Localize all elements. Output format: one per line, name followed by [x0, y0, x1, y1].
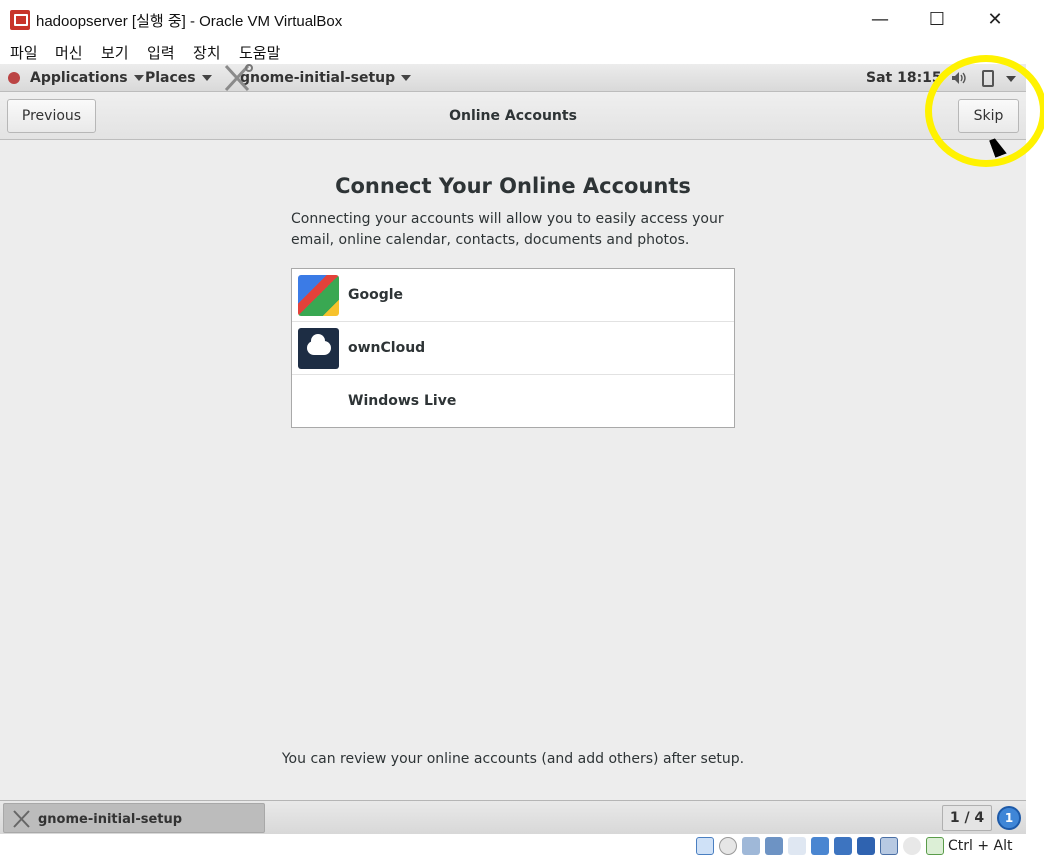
close-button[interactable]: ✕: [975, 6, 1015, 34]
virtualbox-logo-icon: [10, 10, 30, 30]
menu-view[interactable]: 보기: [101, 42, 129, 63]
menu-input[interactable]: 입력: [147, 42, 175, 63]
tools-icon: [13, 810, 30, 828]
app-menu-label: gnome-initial-setup: [240, 70, 396, 86]
task-item-gnome-initial-setup[interactable]: gnome-initial-setup: [3, 803, 265, 833]
shared-folder-icon[interactable]: [811, 837, 829, 855]
chevron-down-icon: [133, 75, 144, 81]
gnome-foot-icon: [8, 72, 20, 84]
menu-help[interactable]: 도움말: [239, 42, 280, 63]
virtualbox-window: hadoopserver [실행 중] - Oracle VM VirtualB…: [0, 0, 1026, 860]
audio-icon[interactable]: [742, 837, 760, 855]
page-heading: Connect Your Online Accounts: [335, 174, 691, 198]
optical-drive-icon[interactable]: [719, 837, 737, 855]
owncloud-icon: [298, 328, 339, 369]
tools-icon: [224, 64, 253, 92]
notification-badge[interactable]: 1: [997, 806, 1021, 830]
cpu-icon[interactable]: [880, 837, 898, 855]
online-accounts-page: Connect Your Online Accounts Connecting …: [0, 140, 1026, 800]
vbox-menubar: 파일 머신 보기 입력 장치 도움말: [0, 40, 1026, 64]
account-list: Google ownCloud Windows Live: [291, 268, 735, 428]
gnome-top-bar: Applications Places gnome-initial-setup …: [0, 64, 1026, 92]
hard-disk-icon[interactable]: [696, 837, 714, 855]
video-capture-icon[interactable]: [857, 837, 875, 855]
usb-icon[interactable]: [788, 837, 806, 855]
minimize-button[interactable]: —: [860, 6, 900, 34]
host-key-icon[interactable]: [926, 837, 944, 855]
menu-file[interactable]: 파일: [10, 42, 38, 63]
chevron-down-icon: [401, 75, 412, 81]
account-row-owncloud[interactable]: ownCloud: [292, 322, 734, 375]
app-menu[interactable]: gnome-initial-setup: [240, 70, 412, 86]
workspace-pager[interactable]: 1 / 4: [942, 805, 992, 831]
page-description: Connecting your accounts will allow you …: [291, 211, 724, 248]
account-row-google[interactable]: Google: [292, 269, 734, 322]
title-bar: hadoopserver [실행 중] - Oracle VM VirtualB…: [0, 0, 1026, 40]
page-title: Online Accounts: [449, 108, 577, 124]
places-label: Places: [145, 70, 196, 86]
account-label: Windows Live: [348, 393, 457, 409]
menu-devices[interactable]: 장치: [193, 42, 221, 63]
account-label: ownCloud: [348, 340, 426, 356]
window-title: hadoopserver [실행 중] - Oracle VM VirtualB…: [36, 13, 343, 30]
maximize-button[interactable]: ☐: [917, 6, 957, 34]
applications-label: Applications: [30, 70, 128, 86]
setup-header-bar: Previous Online Accounts Skip: [0, 92, 1026, 140]
footer-note: You can review your online accounts (and…: [281, 751, 745, 767]
applications-menu[interactable]: Applications: [30, 70, 144, 86]
account-row-windows-live[interactable]: Windows Live: [292, 375, 734, 428]
clock[interactable]: Sat 18:15: [866, 70, 942, 86]
mouse-integration-icon[interactable]: [903, 837, 921, 855]
account-label: Google: [348, 287, 404, 303]
display-icon[interactable]: [834, 837, 852, 855]
vbox-status-bar: Ctrl + Alt: [0, 834, 1026, 860]
annotation-highlight-circle: [925, 55, 1044, 167]
menu-machine[interactable]: 머신: [55, 42, 83, 63]
chevron-down-icon: [201, 75, 212, 81]
google-icon: [298, 275, 339, 316]
task-label: gnome-initial-setup: [38, 812, 183, 827]
host-key-label: Ctrl + Alt: [948, 838, 1013, 854]
gnome-window-list: gnome-initial-setup 1 / 4 1: [0, 800, 1026, 834]
places-menu[interactable]: Places: [145, 70, 212, 86]
network-icon[interactable]: [765, 837, 783, 855]
